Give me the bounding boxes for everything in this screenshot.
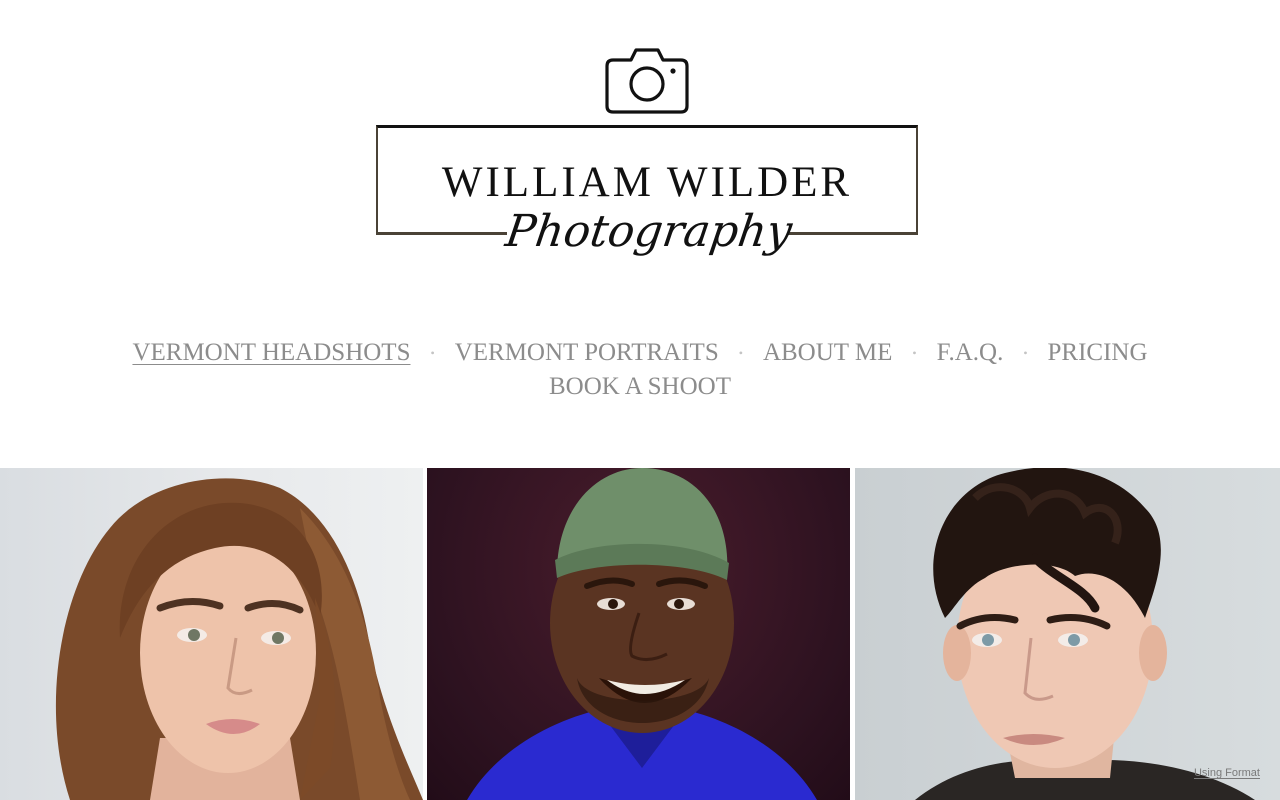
nav-separator: • <box>1023 346 1028 360</box>
site-logo[interactable]: WILLIAM WILDER Photography <box>376 48 918 278</box>
headshot-gallery <box>0 468 1280 800</box>
nav-row-1: VERMONT HEADSHOTS • VERMONT PORTRAITS • … <box>0 336 1280 370</box>
nav-item-pricing[interactable]: PRICING <box>1048 336 1148 370</box>
format-credit-link[interactable]: Using Format <box>1194 767 1260 779</box>
nav-separator: • <box>738 346 743 360</box>
man-beanie-headshot-image <box>467 468 817 800</box>
nav-item-vermont-portraits[interactable]: VERMONT PORTRAITS <box>455 336 719 370</box>
nav-separator: • <box>430 346 435 360</box>
nav-separator: • <box>912 346 917 360</box>
nav-item-vermont-headshots[interactable]: VERMONT HEADSHOTS <box>132 336 410 370</box>
logo-frame-bottom-right <box>788 232 918 235</box>
logo-script: Photography <box>502 206 796 257</box>
gallery-photo-man-beanie[interactable] <box>427 468 850 800</box>
main-nav: VERMONT HEADSHOTS • VERMONT PORTRAITS • … <box>0 336 1280 404</box>
nav-item-faq[interactable]: F.A.Q. <box>937 336 1004 370</box>
nav-row-2: BOOK A SHOOT <box>0 370 1280 404</box>
nav-item-book-a-shoot[interactable]: BOOK A SHOOT <box>549 370 731 404</box>
nav-item-about-me[interactable]: ABOUT ME <box>763 336 892 370</box>
woman-headshot-image <box>55 478 423 800</box>
logo-frame-bottom-left <box>376 232 507 235</box>
gallery-photo-woman[interactable] <box>0 468 423 800</box>
camera-icon <box>605 48 689 114</box>
man-curly-hair-headshot-image <box>915 468 1255 800</box>
gallery-photo-man-curly-hair[interactable] <box>855 468 1280 800</box>
